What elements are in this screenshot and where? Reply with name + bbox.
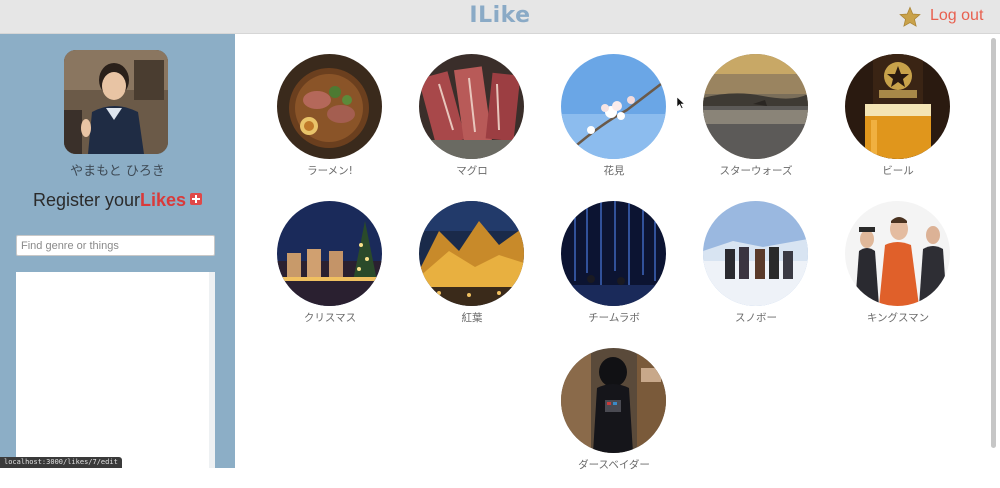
star-icon[interactable] <box>899 6 921 28</box>
like-image-autumn-leaves[interactable] <box>419 201 524 306</box>
like-image-ramen[interactable] <box>277 54 382 159</box>
like-tile-teamlab[interactable]: チームラボ <box>554 201 674 341</box>
logout-link[interactable]: Log out <box>930 7 983 25</box>
like-tile-darth-vader[interactable]: ダースベイダー <box>554 348 674 488</box>
like-label: ビール <box>882 165 914 177</box>
like-tile-starwars[interactable]: スターウォーズ <box>696 54 816 194</box>
like-image-darth-vader[interactable] <box>561 348 666 453</box>
like-image-christmas[interactable] <box>277 201 382 306</box>
sidebar: やまもと ひろき Register yourLikes <box>0 34 235 468</box>
like-label: ダースベイダー <box>578 459 650 471</box>
like-tile-beer[interactable]: ビール <box>838 54 958 194</box>
like-label: キングスマン <box>866 312 930 324</box>
like-image-starwars[interactable] <box>703 54 808 159</box>
like-tile-kingsman[interactable]: キングスマン <box>838 201 958 341</box>
like-label: 花見 <box>603 165 625 177</box>
like-tile-snowboard[interactable]: スノボー <box>696 201 816 341</box>
status-bar-url: localhost:3000/likes/7/edit <box>0 457 122 468</box>
app-title[interactable]: ILike <box>0 3 1000 28</box>
like-label: 紅葉 <box>461 312 483 324</box>
like-label: マグロ <box>456 165 488 177</box>
register-prefix: Register your <box>32 190 140 210</box>
like-image-tuna[interactable] <box>419 54 524 159</box>
like-label: ラーメン! <box>307 165 353 177</box>
register-likes-highlight: Likes <box>140 190 187 210</box>
like-tile-tuna[interactable]: マグロ <box>412 54 532 194</box>
search-input[interactable] <box>16 235 215 256</box>
avatar[interactable] <box>64 50 168 154</box>
user-name: やまもと ひろき <box>70 164 165 179</box>
like-label: スノボー <box>735 312 777 324</box>
like-tile-hanami[interactable]: 花見 <box>554 54 674 194</box>
main-scrollbar[interactable] <box>991 38 996 448</box>
like-label: スターウォーズ <box>719 165 793 177</box>
like-tile-ramen[interactable]: ラーメン! <box>270 54 390 194</box>
plus-icon[interactable] <box>190 193 203 206</box>
register-likes-heading[interactable]: Register yourLikes <box>0 190 235 211</box>
like-image-kingsman[interactable] <box>845 201 950 306</box>
like-image-snowboard[interactable] <box>703 201 808 306</box>
top-header: ILike Log out <box>0 0 1000 34</box>
search-results-list[interactable] <box>16 272 215 468</box>
like-image-teamlab[interactable] <box>561 201 666 306</box>
like-image-hanami[interactable] <box>561 54 666 159</box>
like-label: チームラボ <box>588 312 640 324</box>
mouse-cursor-icon <box>677 97 685 109</box>
like-image-beer[interactable] <box>845 54 950 159</box>
like-label: クリスマス <box>303 312 357 324</box>
like-tile-christmas[interactable]: クリスマス <box>270 201 390 341</box>
like-tile-autumn-leaves[interactable]: 紅葉 <box>412 201 532 341</box>
